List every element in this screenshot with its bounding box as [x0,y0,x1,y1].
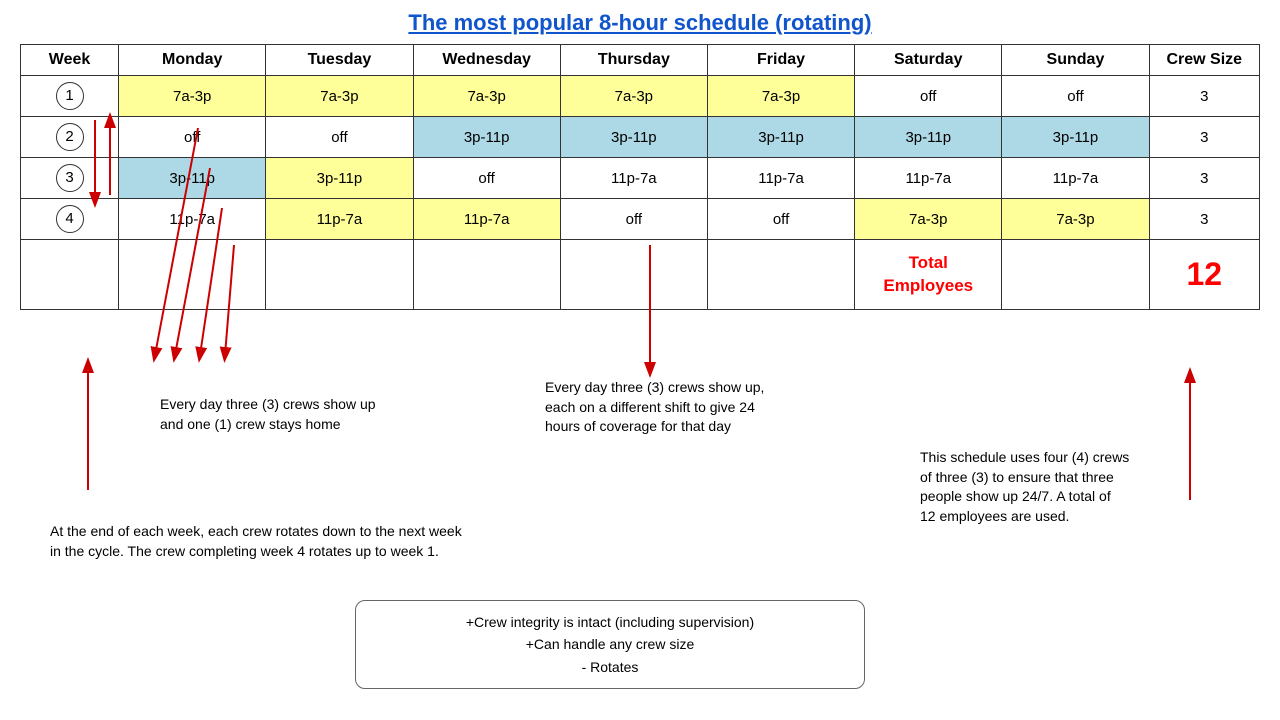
table-row: 4 11p-7a 11p-7a 11p-7a off off 7a-3p 7a-… [21,199,1260,240]
schedule-cell: 11p-7a [266,199,413,240]
schedule-cell: 11p-7a [707,158,854,199]
header-saturday: Saturday [855,45,1002,76]
schedule-cell: 11p-7a [1002,158,1149,199]
header-crew-size: Crew Size [1149,45,1259,76]
schedule-cell: 7a-3p [560,76,707,117]
annotation-crews-home: Every day three (3) crews show upand one… [160,395,376,434]
header-tuesday: Tuesday [266,45,413,76]
schedule-cell: 11p-7a [855,158,1002,199]
schedule-cell-off: off [413,158,560,199]
total-employees-label: TotalEmployees [855,240,1002,310]
schedule-cell: 7a-3p [413,76,560,117]
schedule-cell-off: off [560,199,707,240]
schedule-cell-off: off [707,199,854,240]
schedule-cell: 3p-11p [560,117,707,158]
schedule-cell: 11p-7a [119,199,266,240]
schedule-cell: 7a-3p [266,76,413,117]
table-row-empty: TotalEmployees 12 [21,240,1260,310]
week-cell: 4 [21,199,119,240]
header-sunday: Sunday [1002,45,1149,76]
schedule-cell-off: off [1002,76,1149,117]
page-title: The most popular 8-hour schedule (rotati… [20,10,1260,36]
schedule-cell-off: off [266,117,413,158]
table-row: 1 7a-3p 7a-3p 7a-3p 7a-3p 7a-3p off off … [21,76,1260,117]
annotation-rotation: At the end of each week, each crew rotat… [50,522,462,561]
schedule-cell: 7a-3p [707,76,854,117]
header-friday: Friday [707,45,854,76]
annotation-crews-shift: Every day three (3) crews show up,each o… [545,378,764,437]
table-row: 2 off off 3p-11p 3p-11p 3p-11p 3p-11p 3p… [21,117,1260,158]
schedule-cell: 11p-7a [413,199,560,240]
schedule-cell: 3p-11p [266,158,413,199]
schedule-table: Week Monday Tuesday Wednesday Thursday F… [20,44,1260,310]
crew-size-cell: 3 [1149,199,1259,240]
week-cell: 3 [21,158,119,199]
schedule-cell: 7a-3p [119,76,266,117]
schedule-cell-off: off [855,76,1002,117]
schedule-cell: 11p-7a [560,158,707,199]
header-monday: Monday [119,45,266,76]
week-cell: 2 [21,117,119,158]
schedule-cell: 3p-11p [1002,117,1149,158]
header-thursday: Thursday [560,45,707,76]
crew-size-cell: 3 [1149,158,1259,199]
schedule-cell: 3p-11p [413,117,560,158]
total-employees-value: 12 [1149,240,1259,310]
schedule-cell: 3p-11p [119,158,266,199]
header-week: Week [21,45,119,76]
info-box: +Crew integrity is intact (including sup… [355,600,865,689]
schedule-cell-off: off [119,117,266,158]
schedule-cell: 3p-11p [855,117,1002,158]
schedule-cell: 7a-3p [855,199,1002,240]
crew-size-cell: 3 [1149,76,1259,117]
crew-size-cell: 3 [1149,117,1259,158]
schedule-cell: 7a-3p [1002,199,1149,240]
header-wednesday: Wednesday [413,45,560,76]
table-row: 3 3p-11p 3p-11p off 11p-7a 11p-7a 11p-7a… [21,158,1260,199]
annotation-total-info: This schedule uses four (4) crews of thr… [920,448,1129,526]
week-cell: 1 [21,76,119,117]
schedule-cell: 3p-11p [707,117,854,158]
